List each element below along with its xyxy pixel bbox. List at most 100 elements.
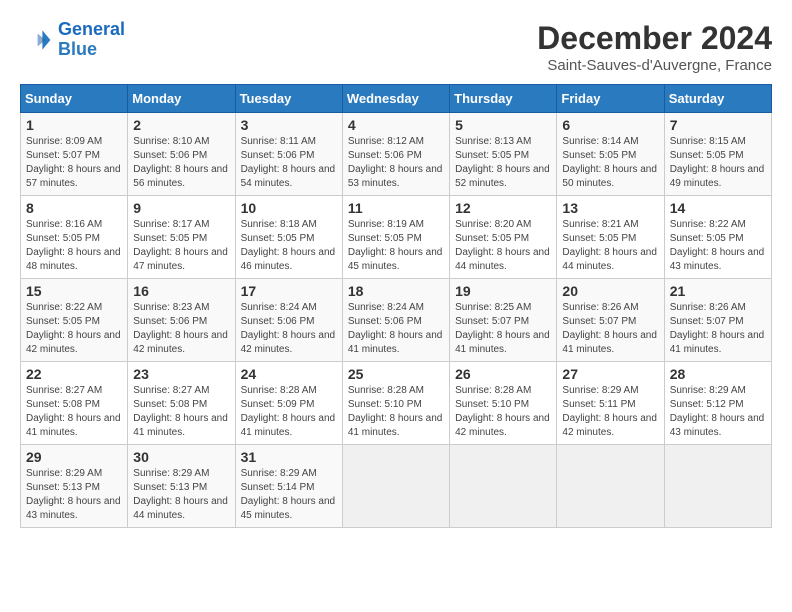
day-number: 2 bbox=[133, 117, 229, 133]
calendar-cell: 9 Sunrise: 8:17 AMSunset: 5:05 PMDaylight… bbox=[128, 196, 235, 279]
calendar-week-row: 22 Sunrise: 8:27 AMSunset: 5:08 PMDayligh… bbox=[21, 362, 772, 445]
calendar-cell: 7 Sunrise: 8:15 AMSunset: 5:05 PMDaylight… bbox=[664, 113, 771, 196]
calendar-cell: 16 Sunrise: 8:23 AMSunset: 5:06 PMDayligh… bbox=[128, 279, 235, 362]
day-number: 3 bbox=[241, 117, 337, 133]
calendar-cell: 27 Sunrise: 8:29 AMSunset: 5:11 PMDayligh… bbox=[557, 362, 664, 445]
calendar-cell: 20Sunrise: 8:26 AMSunset: 5:07 PMDayligh… bbox=[557, 279, 664, 362]
day-sun-info: Sunrise: 8:19 AMSunset: 5:05 PMDaylight:… bbox=[348, 218, 444, 274]
logo-icon bbox=[20, 24, 52, 56]
logo-text: General Blue bbox=[58, 20, 125, 60]
calendar-cell bbox=[450, 445, 557, 528]
calendar-cell: 2 Sunrise: 8:10 AMSunset: 5:06 PMDaylight… bbox=[128, 113, 235, 196]
day-sun-info: Sunrise: 8:18 AMSunset: 5:05 PMDaylight:… bbox=[241, 218, 337, 274]
day-number: 26 bbox=[455, 366, 551, 382]
day-number: 22 bbox=[26, 366, 122, 382]
day-number: 15 bbox=[26, 283, 122, 299]
calendar-week-row: 15 Sunrise: 8:22 AMSunset: 5:05 PMDayligh… bbox=[21, 279, 772, 362]
weekday-header: Friday bbox=[557, 85, 664, 113]
calendar-cell: 8 Sunrise: 8:16 AMSunset: 5:05 PMDaylight… bbox=[21, 196, 128, 279]
day-sun-info: Sunrise: 8:16 AMSunset: 5:05 PMDaylight:… bbox=[26, 218, 122, 274]
day-sun-info: Sunrise: 8:15 AMSunset: 5:05 PMDaylight:… bbox=[670, 135, 766, 191]
weekday-header-row: SundayMondayTuesdayWednesdayThursdayFrid… bbox=[21, 85, 772, 113]
day-sun-info: Sunrise: 8:27 AMSunset: 5:08 PMDaylight:… bbox=[26, 384, 122, 440]
day-number: 16 bbox=[133, 283, 229, 299]
logo-line1: General bbox=[58, 19, 125, 39]
calendar-week-row: 1Sunrise: 8:09 AMSunset: 5:07 PMDaylight… bbox=[21, 113, 772, 196]
day-sun-info: Sunrise: 8:22 AMSunset: 5:05 PMDaylight:… bbox=[670, 218, 766, 274]
day-sun-info: Sunrise: 8:29 AMSunset: 5:13 PMDaylight:… bbox=[26, 467, 122, 523]
logo: General Blue bbox=[20, 20, 125, 60]
month-title: December 2024 bbox=[537, 20, 772, 57]
day-sun-info: Sunrise: 8:22 AMSunset: 5:05 PMDaylight:… bbox=[26, 301, 122, 357]
day-number: 5 bbox=[455, 117, 551, 133]
day-number: 28 bbox=[670, 366, 766, 382]
day-sun-info: Sunrise: 8:14 AMSunset: 5:05 PMDaylight:… bbox=[562, 135, 658, 191]
day-number: 13 bbox=[562, 200, 658, 216]
calendar-cell: 10 Sunrise: 8:18 AMSunset: 5:05 PMDayligh… bbox=[235, 196, 342, 279]
day-sun-info: Sunrise: 8:20 AMSunset: 5:05 PMDaylight:… bbox=[455, 218, 551, 274]
calendar-cell: 21 Sunrise: 8:26 AMSunset: 5:07 PMDayligh… bbox=[664, 279, 771, 362]
calendar-cell: 15 Sunrise: 8:22 AMSunset: 5:05 PMDayligh… bbox=[21, 279, 128, 362]
day-number: 11 bbox=[348, 200, 444, 216]
calendar-cell bbox=[342, 445, 449, 528]
calendar-cell: 19 Sunrise: 8:25 AMSunset: 5:07 PMDayligh… bbox=[450, 279, 557, 362]
day-sun-info: Sunrise: 8:29 AMSunset: 5:12 PMDaylight:… bbox=[670, 384, 766, 440]
calendar-week-row: 8 Sunrise: 8:16 AMSunset: 5:05 PMDaylight… bbox=[21, 196, 772, 279]
location-title: Saint-Sauves-d'Auvergne, France bbox=[537, 57, 772, 74]
day-number: 24 bbox=[241, 366, 337, 382]
weekday-header: Wednesday bbox=[342, 85, 449, 113]
day-number: 31 bbox=[241, 449, 337, 465]
weekday-header: Monday bbox=[128, 85, 235, 113]
day-number: 8 bbox=[26, 200, 122, 216]
weekday-header: Tuesday bbox=[235, 85, 342, 113]
calendar-cell: 14 Sunrise: 8:22 AMSunset: 5:05 PMDayligh… bbox=[664, 196, 771, 279]
calendar-cell: 24 Sunrise: 8:28 AMSunset: 5:09 PMDayligh… bbox=[235, 362, 342, 445]
day-number: 27 bbox=[562, 366, 658, 382]
day-sun-info: Sunrise: 8:24 AMSunset: 5:06 PMDaylight:… bbox=[241, 301, 337, 357]
day-sun-info: Sunrise: 8:29 AMSunset: 5:11 PMDaylight:… bbox=[562, 384, 658, 440]
day-number: 21 bbox=[670, 283, 766, 299]
calendar-cell: 26 Sunrise: 8:28 AMSunset: 5:10 PMDayligh… bbox=[450, 362, 557, 445]
day-number: 9 bbox=[133, 200, 229, 216]
calendar-cell: 29 Sunrise: 8:29 AMSunset: 5:13 PMDayligh… bbox=[21, 445, 128, 528]
day-number: 19 bbox=[455, 283, 551, 299]
day-sun-info: Sunrise: 8:29 AMSunset: 5:14 PMDaylight:… bbox=[241, 467, 337, 523]
day-sun-info: Sunrise: 8:13 AMSunset: 5:05 PMDaylight:… bbox=[455, 135, 551, 191]
day-sun-info: Sunrise: 8:21 AMSunset: 5:05 PMDaylight:… bbox=[562, 218, 658, 274]
day-number: 12 bbox=[455, 200, 551, 216]
day-sun-info: Sunrise: 8:28 AMSunset: 5:10 PMDaylight:… bbox=[348, 384, 444, 440]
day-number: 1 bbox=[26, 117, 122, 133]
title-block: December 2024 Saint-Sauves-d'Auvergne, F… bbox=[537, 20, 772, 74]
day-number: 4 bbox=[348, 117, 444, 133]
calendar-cell: 4Sunrise: 8:12 AMSunset: 5:06 PMDaylight… bbox=[342, 113, 449, 196]
day-sun-info: Sunrise: 8:17 AMSunset: 5:05 PMDaylight:… bbox=[133, 218, 229, 274]
calendar-cell: 31 Sunrise: 8:29 AMSunset: 5:14 PMDayligh… bbox=[235, 445, 342, 528]
day-sun-info: Sunrise: 8:26 AMSunset: 5:07 PMDaylight:… bbox=[562, 301, 658, 357]
weekday-header: Saturday bbox=[664, 85, 771, 113]
day-number: 7 bbox=[670, 117, 766, 133]
calendar-cell: 30Sunrise: 8:29 AMSunset: 5:13 PMDayligh… bbox=[128, 445, 235, 528]
day-sun-info: Sunrise: 8:11 AMSunset: 5:06 PMDaylight:… bbox=[241, 135, 337, 191]
day-number: 23 bbox=[133, 366, 229, 382]
day-number: 25 bbox=[348, 366, 444, 382]
calendar-cell bbox=[557, 445, 664, 528]
day-number: 10 bbox=[241, 200, 337, 216]
day-number: 29 bbox=[26, 449, 122, 465]
logo-line2: Blue bbox=[58, 39, 97, 59]
calendar-cell: 11 Sunrise: 8:19 AMSunset: 5:05 PMDayligh… bbox=[342, 196, 449, 279]
day-number: 14 bbox=[670, 200, 766, 216]
calendar-cell: 25 Sunrise: 8:28 AMSunset: 5:10 PMDayligh… bbox=[342, 362, 449, 445]
day-sun-info: Sunrise: 8:10 AMSunset: 5:06 PMDaylight:… bbox=[133, 135, 229, 191]
day-sun-info: Sunrise: 8:23 AMSunset: 5:06 PMDaylight:… bbox=[133, 301, 229, 357]
day-sun-info: Sunrise: 8:28 AMSunset: 5:09 PMDaylight:… bbox=[241, 384, 337, 440]
day-sun-info: Sunrise: 8:27 AMSunset: 5:08 PMDaylight:… bbox=[133, 384, 229, 440]
calendar-week-row: 29 Sunrise: 8:29 AMSunset: 5:13 PMDayligh… bbox=[21, 445, 772, 528]
calendar-table: SundayMondayTuesdayWednesdayThursdayFrid… bbox=[20, 84, 772, 528]
calendar-cell: 12 Sunrise: 8:20 AMSunset: 5:05 PMDayligh… bbox=[450, 196, 557, 279]
day-sun-info: Sunrise: 8:26 AMSunset: 5:07 PMDaylight:… bbox=[670, 301, 766, 357]
day-number: 6 bbox=[562, 117, 658, 133]
day-sun-info: Sunrise: 8:25 AMSunset: 5:07 PMDaylight:… bbox=[455, 301, 551, 357]
day-sun-info: Sunrise: 8:28 AMSunset: 5:10 PMDaylight:… bbox=[455, 384, 551, 440]
weekday-header: Sunday bbox=[21, 85, 128, 113]
calendar-cell: 22 Sunrise: 8:27 AMSunset: 5:08 PMDayligh… bbox=[21, 362, 128, 445]
